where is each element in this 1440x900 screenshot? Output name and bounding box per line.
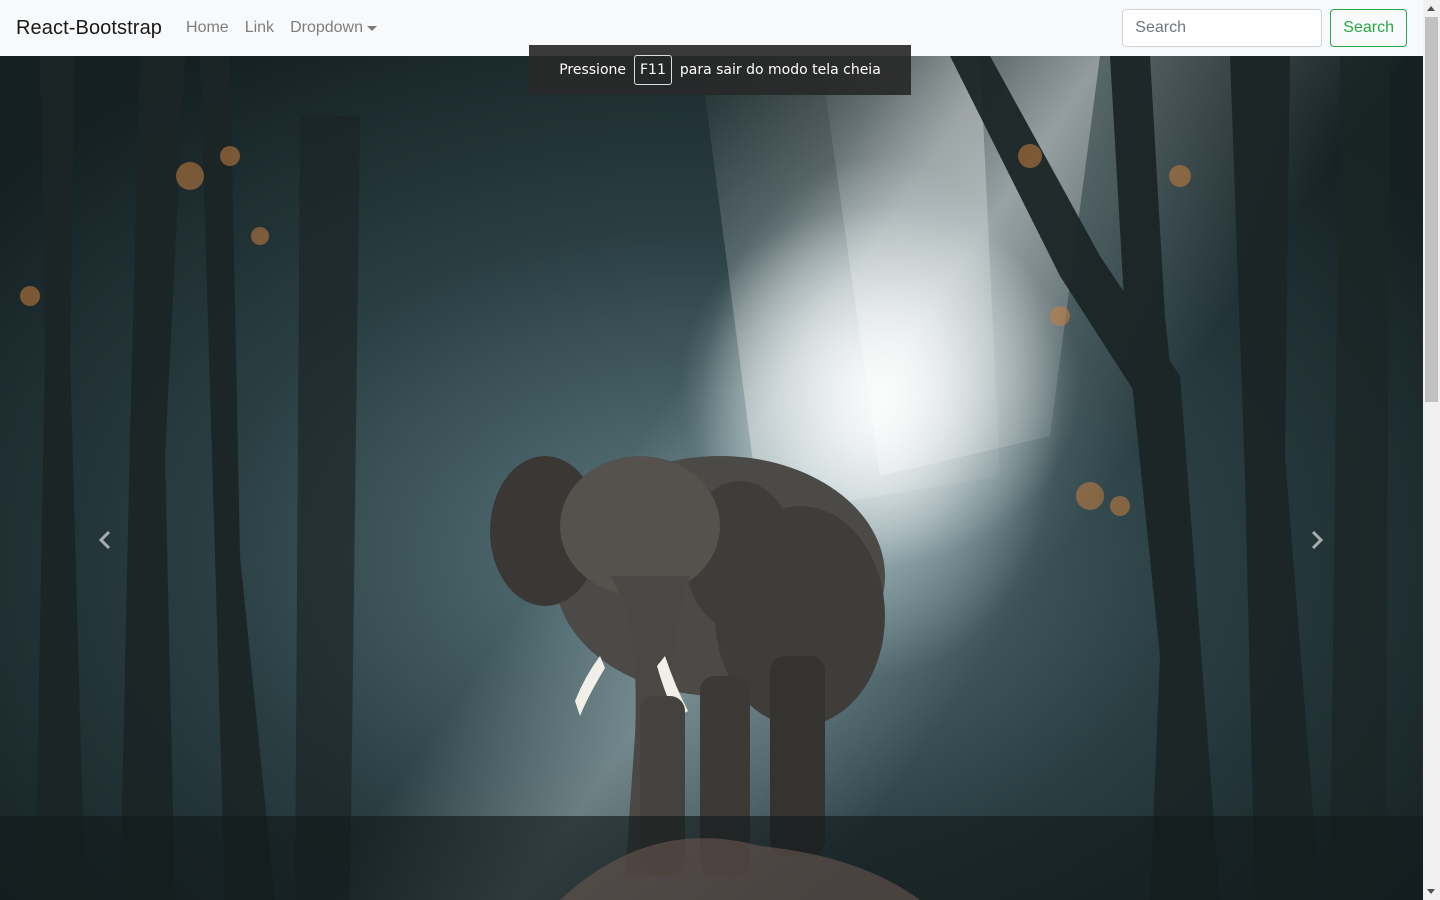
nav-link-link[interactable]: Link (237, 11, 282, 45)
chevron-right-icon (1311, 530, 1324, 550)
scroll-up-arrow-icon[interactable] (1427, 6, 1435, 11)
carousel-prev-control[interactable] (96, 530, 116, 550)
search-input[interactable] (1122, 9, 1323, 47)
carousel-slide-image (0, 56, 1423, 900)
notice-key: F11 (634, 55, 672, 85)
vertical-scrollbar[interactable] (1423, 0, 1440, 900)
navbar-brand[interactable]: React-Bootstrap (16, 17, 162, 40)
notice-prefix: Pressione (559, 62, 626, 78)
caret-down-icon (367, 25, 377, 31)
search-button[interactable]: Search (1330, 9, 1407, 47)
fullscreen-exit-notice: Pressione F11 para sair do modo tela che… (529, 45, 911, 95)
carousel-next-control[interactable] (1306, 530, 1326, 550)
elephant (490, 456, 885, 876)
nav-link-home[interactable]: Home (178, 11, 237, 45)
chevron-left-icon (98, 530, 111, 550)
scroll-down-arrow-icon[interactable] (1427, 889, 1435, 894)
carousel (0, 56, 1423, 900)
notice-suffix: para sair do modo tela cheia (679, 62, 881, 78)
scrollbar-thumb[interactable] (1425, 17, 1438, 402)
nav-dropdown-toggle[interactable]: Dropdown (282, 11, 385, 45)
nav-dropdown-label: Dropdown (290, 19, 363, 36)
